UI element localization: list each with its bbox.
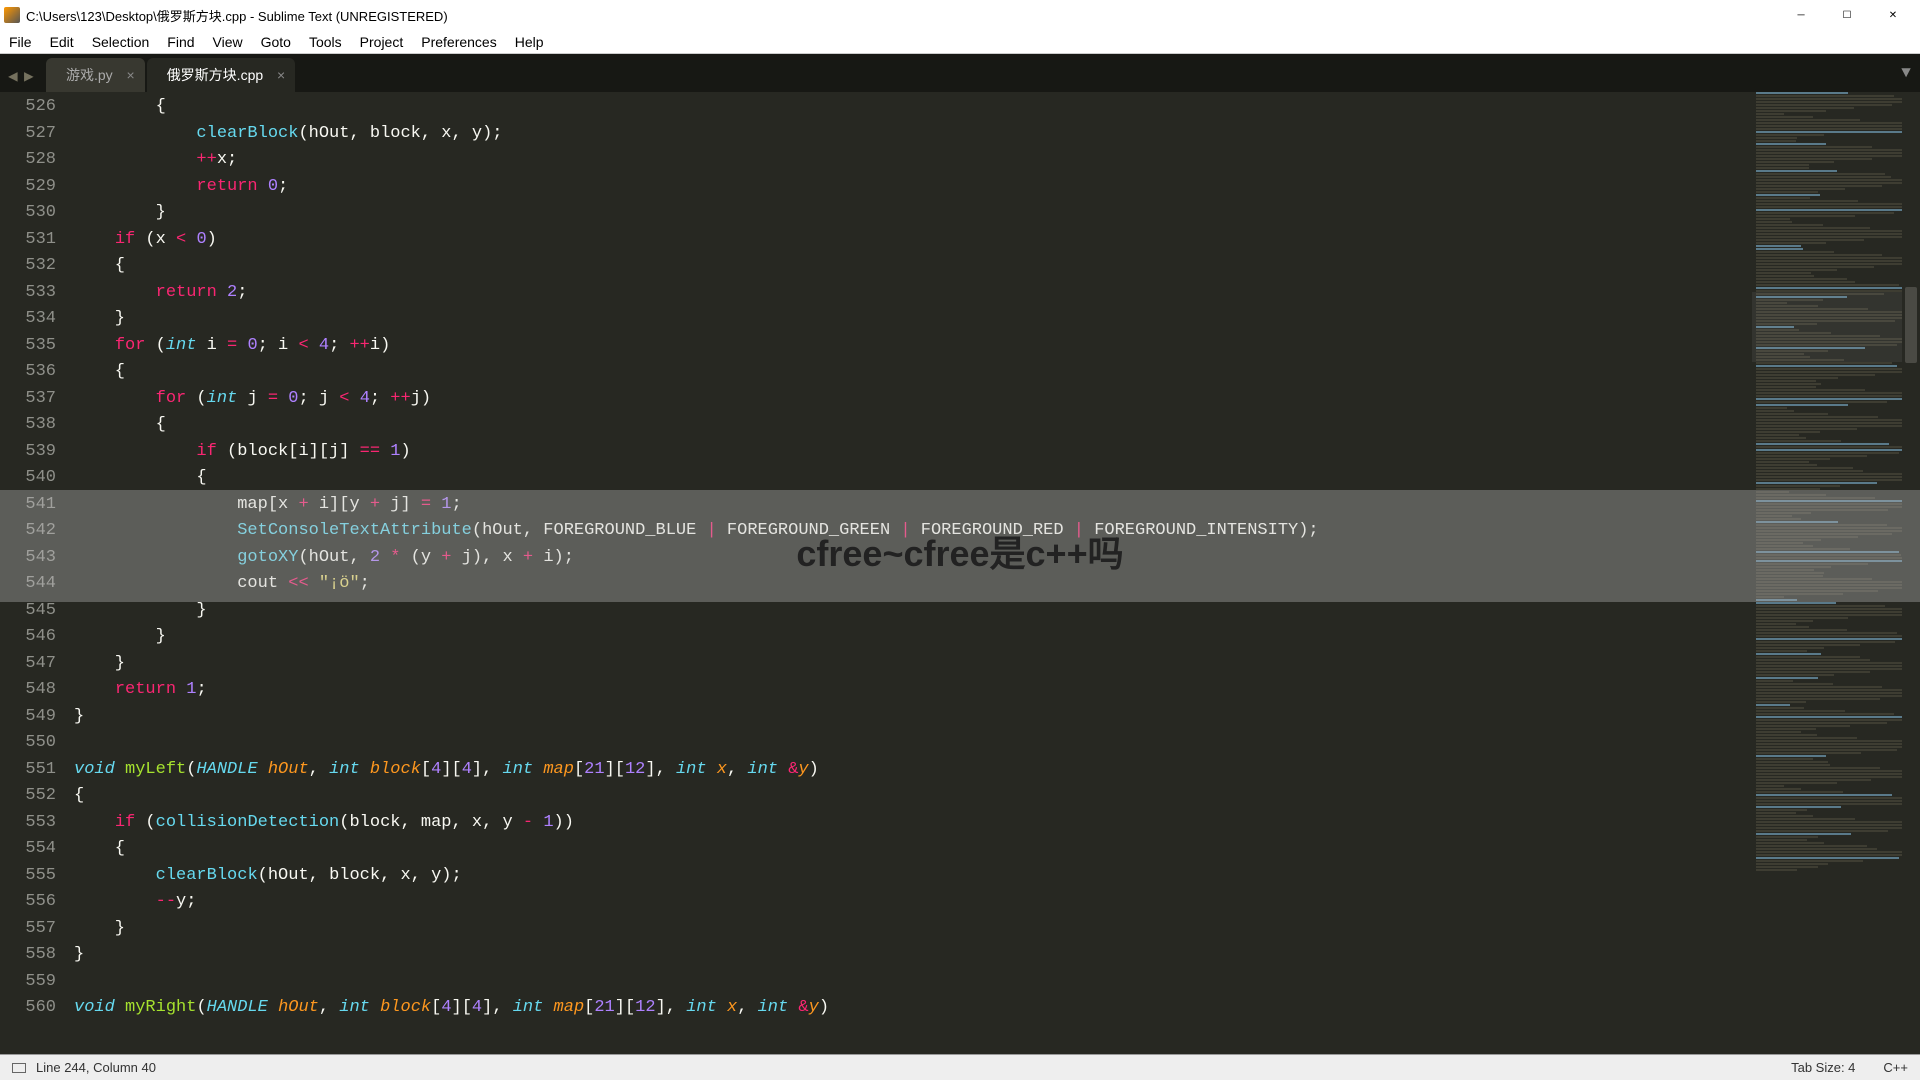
tab-label: 俄罗斯方块.cpp <box>167 65 263 85</box>
scrollbar-vertical[interactable] <box>1902 92 1920 1054</box>
scrollbar-thumb[interactable] <box>1905 287 1917 363</box>
back-icon[interactable]: ◀ <box>8 66 22 80</box>
menu-edit[interactable]: Edit <box>41 32 83 52</box>
panel-switcher-icon[interactable] <box>12 1063 26 1073</box>
tab-file-1[interactable]: 游戏.py × <box>46 58 145 92</box>
menu-help[interactable]: Help <box>506 32 553 52</box>
status-tabsize[interactable]: Tab Size: 4 <box>1791 1060 1855 1075</box>
tab-history-arrows[interactable]: ◀ ▶ <box>0 66 46 80</box>
menu-selection[interactable]: Selection <box>83 32 159 52</box>
menu-tools[interactable]: Tools <box>300 32 351 52</box>
close-icon[interactable]: × <box>277 67 285 83</box>
menu-preferences[interactable]: Preferences <box>412 32 505 52</box>
tab-file-2[interactable]: 俄罗斯方块.cpp × <box>147 58 295 92</box>
status-syntax[interactable]: C++ <box>1883 1060 1908 1075</box>
close-icon[interactable]: × <box>127 67 135 83</box>
window-title: C:\Users\123\Desktop\俄罗斯方块.cpp - Sublime… <box>26 6 448 25</box>
status-position[interactable]: Line 244, Column 40 <box>36 1060 156 1075</box>
minimap[interactable] <box>1752 92 1902 1054</box>
tabbar: ◀ ▶ 游戏.py × 俄罗斯方块.cpp × ▼ <box>0 54 1920 92</box>
menu-project[interactable]: Project <box>351 32 413 52</box>
tab-dropdown-icon[interactable]: ▼ <box>1892 64 1920 82</box>
tab-label: 游戏.py <box>66 65 113 85</box>
titlebar: C:\Users\123\Desktop\俄罗斯方块.cpp - Sublime… <box>0 0 1920 30</box>
close-button[interactable]: ✕ <box>1870 0 1916 30</box>
maximize-button[interactable]: ☐ <box>1824 0 1870 30</box>
menubar: File Edit Selection Find View Goto Tools… <box>0 30 1920 54</box>
minimap-viewport[interactable] <box>1752 292 1902 362</box>
app-icon <box>4 7 20 23</box>
editor[interactable]: 526 527 528 529 530 531 532 533 534 535 … <box>0 92 1920 1054</box>
menu-view[interactable]: View <box>204 32 252 52</box>
code-area[interactable]: { clearBlock(hOut, block, x, y); ++x; re… <box>74 92 1752 1054</box>
menu-goto[interactable]: Goto <box>252 32 300 52</box>
minimize-button[interactable]: ─ <box>1778 0 1824 30</box>
menu-file[interactable]: File <box>0 32 41 52</box>
statusbar: Line 244, Column 40 Tab Size: 4 C++ <box>0 1054 1920 1080</box>
menu-find[interactable]: Find <box>158 32 203 52</box>
line-numbers: 526 527 528 529 530 531 532 533 534 535 … <box>0 92 74 1054</box>
forward-icon[interactable]: ▶ <box>24 66 38 80</box>
